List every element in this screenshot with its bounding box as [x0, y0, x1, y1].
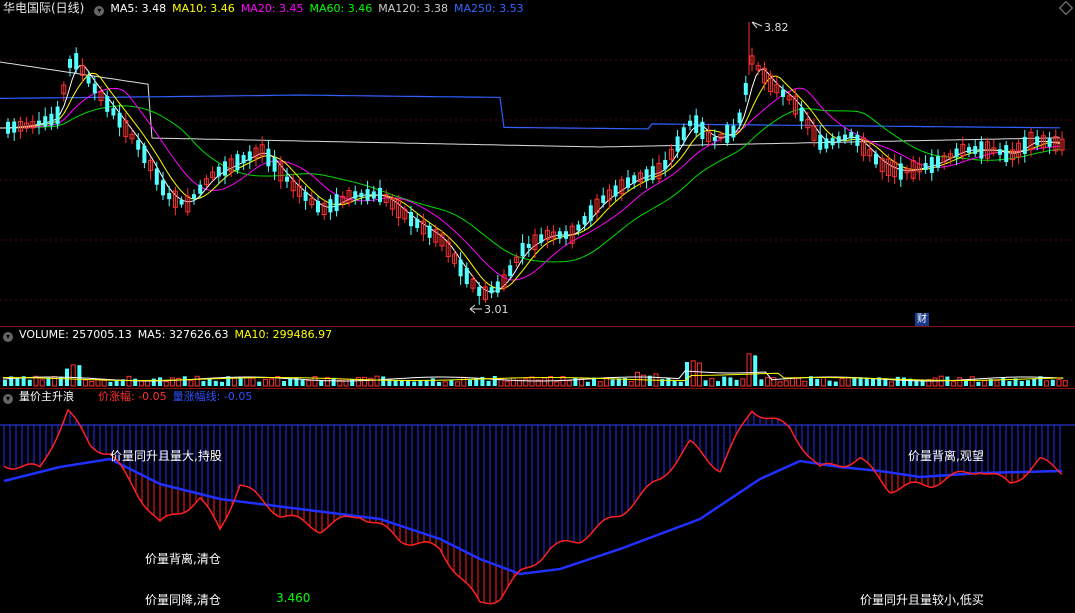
- volume-panel[interactable]: ▾ VOLUME: 257005.13 MA5: 327626.63 MA10: 29…: [0, 327, 1075, 388]
- low-price-label: 3.01: [484, 303, 509, 316]
- high-price-label: 3.82: [764, 21, 789, 34]
- indicator-chart: [0, 408, 1075, 605]
- note-sell-both-down: 价量同降,清仓: [145, 593, 221, 607]
- note-sell: 价量背离,清仓: [145, 552, 221, 566]
- indicator-panel[interactable]: ▾ 量价主升浪 价涨幅: -0.05 量涨幅线: -0.05 价量同升且量大,持股 价…: [0, 389, 1075, 613]
- volume-chart: [2, 353, 1068, 387]
- price-chart: [0, 21, 1075, 314]
- note-buy-low: 价量同升且量较小,低买: [860, 593, 984, 607]
- finance-badge[interactable]: 财: [915, 313, 929, 326]
- note-watch: 价量背离,观望: [908, 449, 984, 463]
- note-hold: 价量同升且量大,持股: [110, 449, 222, 463]
- price-panel[interactable]: 华电国际(日线) ▾ MA5: 3.48 MA10: 3.46 MA20: 3.45 MA…: [0, 0, 1075, 326]
- indicator-value: 3.460: [276, 591, 311, 605]
